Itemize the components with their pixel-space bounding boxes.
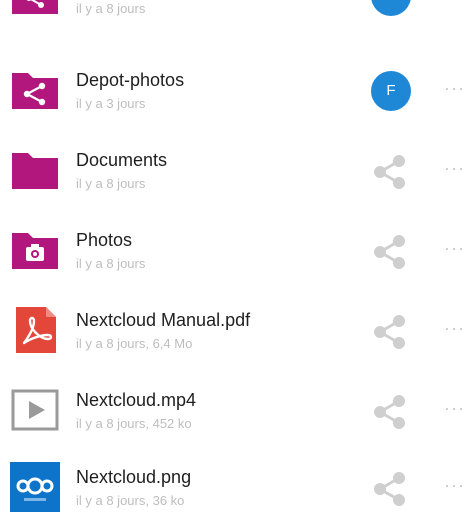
share-icon[interactable] [370,392,410,432]
file-list: il y a 8 jours ··· Depot-photos il y a 3… [0,0,464,512]
more-options-button[interactable]: ··· [444,79,464,97]
file-name: Nextcloud.png [76,467,192,487]
file-row[interactable]: Nextcloud Manual.pdf il y a 8 jours, 6,4… [0,290,464,370]
file-name: Photos [76,230,133,250]
file-meta: il y a 8 jours, 452 ko [76,416,192,431]
more-options-button[interactable]: ··· [444,0,464,2]
file-meta: il y a 8 jours, 6,4 Mo [76,336,193,351]
more-options-button[interactable]: ··· [444,476,464,494]
file-row[interactable]: Depot-photos il y a 3 jours F ··· [0,50,464,130]
share-icon[interactable] [370,469,410,509]
file-row[interactable]: Documents il y a 8 jours ··· [0,130,464,210]
file-row[interactable]: Photos il y a 8 jours ··· [0,210,464,290]
share-icon[interactable] [370,152,410,192]
shared-folder-icon [12,73,58,109]
file-meta: il y a 8 jours [76,176,146,191]
share-avatar[interactable] [371,0,411,16]
share-avatar[interactable]: F [371,71,411,111]
share-icon[interactable] [370,232,410,272]
file-name: Documents [76,150,168,170]
file-name: Depot-photos [76,70,185,90]
shared-folder-icon [12,0,58,14]
file-row[interactable]: Nextcloud.mp4 il y a 8 jours, 452 ko ··· [0,370,464,450]
more-options-button[interactable]: ··· [444,319,464,337]
more-options-button[interactable]: ··· [444,399,464,417]
more-options-button[interactable]: ··· [444,159,464,177]
image-file-icon [10,462,60,512]
photo-folder-icon [12,233,58,269]
file-meta: il y a 8 jours [76,1,146,16]
pdf-file-icon [16,307,56,353]
folder-icon [12,153,58,189]
file-name: Nextcloud Manual.pdf [76,310,251,330]
file-meta: il y a 3 jours [76,96,146,111]
file-row[interactable]: Nextcloud.png il y a 8 jours, 36 ko ··· [0,447,464,527]
file-name: Nextcloud.mp4 [76,390,197,410]
file-meta: il y a 8 jours [76,256,146,271]
file-meta: il y a 8 jours, 36 ko [76,493,185,508]
video-file-icon [11,389,59,431]
share-icon[interactable] [370,312,410,352]
more-options-button[interactable]: ··· [444,239,464,257]
file-row[interactable]: il y a 8 jours ··· [0,0,464,35]
